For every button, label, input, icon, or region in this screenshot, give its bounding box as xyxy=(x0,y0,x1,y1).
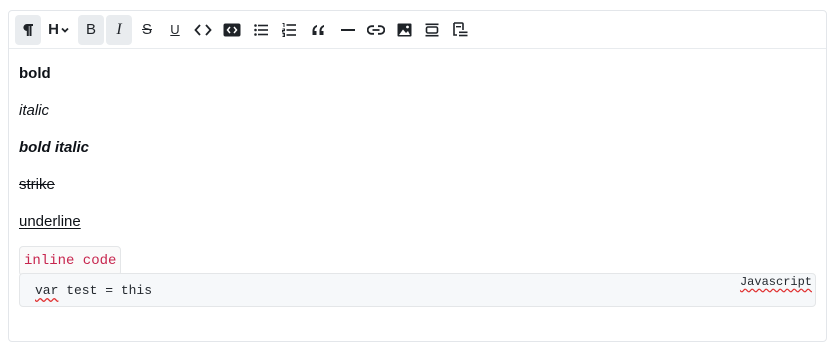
heading-icon: H xyxy=(48,21,59,38)
bullet-list-button[interactable] xyxy=(248,15,274,45)
code-block-icon xyxy=(223,23,241,36)
code-keyword: var xyxy=(35,283,59,298)
strikethrough-icon: S xyxy=(141,21,152,38)
toc-button[interactable] xyxy=(446,15,474,45)
bold-icon: B xyxy=(85,21,96,38)
italic-button[interactable]: I xyxy=(106,14,132,45)
embed-button[interactable] xyxy=(418,15,446,45)
horizontal-rule-button[interactable] xyxy=(334,15,362,45)
toc-icon xyxy=(453,22,468,37)
link-icon xyxy=(367,24,385,35)
image-icon xyxy=(397,23,411,36)
pilcrow-icon xyxy=(23,23,33,36)
code-brackets-icon xyxy=(194,23,212,36)
blockquote-button[interactable] xyxy=(304,15,332,45)
code-line: var test = this xyxy=(35,283,152,298)
paragraph-italic: italic xyxy=(19,102,50,119)
paragraph-bold-italic: bold italic xyxy=(19,139,90,156)
paragraph-bold: bold xyxy=(19,65,51,82)
code-language-label[interactable]: Javascript xyxy=(740,275,812,289)
bold-button[interactable]: B xyxy=(78,14,104,45)
code-block-button[interactable] xyxy=(218,15,246,45)
embed-icon xyxy=(425,23,439,36)
rich-text-editor: H B I S U bold italic bold italic strike… xyxy=(8,10,827,342)
editor-content[interactable]: bold italic bold italic strike underline… xyxy=(9,49,826,276)
strikethrough-button[interactable]: S xyxy=(134,15,160,45)
horizontal-rule-icon xyxy=(341,28,355,31)
underline-button[interactable]: U xyxy=(162,15,188,45)
paragraph-button[interactable] xyxy=(15,14,41,45)
inline-code-button[interactable] xyxy=(190,15,216,45)
quote-icon xyxy=(312,24,324,35)
ordered-list-icon xyxy=(282,22,296,37)
inline-code: inline code xyxy=(19,246,122,276)
code-block[interactable]: var test = this Javascript xyxy=(19,273,816,307)
image-button[interactable] xyxy=(390,15,418,45)
ordered-list-button[interactable] xyxy=(276,15,302,45)
editor-toolbar: H B I S U xyxy=(9,11,826,49)
paragraph-strike: strike xyxy=(19,176,55,193)
heading-dropdown-button[interactable]: H xyxy=(45,15,73,45)
link-button[interactable] xyxy=(362,15,390,45)
code-rest: test = this xyxy=(58,283,153,298)
italic-icon: I xyxy=(116,20,122,38)
chevron-down-icon xyxy=(61,27,69,33)
bullet-list-icon xyxy=(254,23,268,36)
underline-icon: U xyxy=(170,22,180,37)
paragraph-underline: underline xyxy=(19,213,81,230)
